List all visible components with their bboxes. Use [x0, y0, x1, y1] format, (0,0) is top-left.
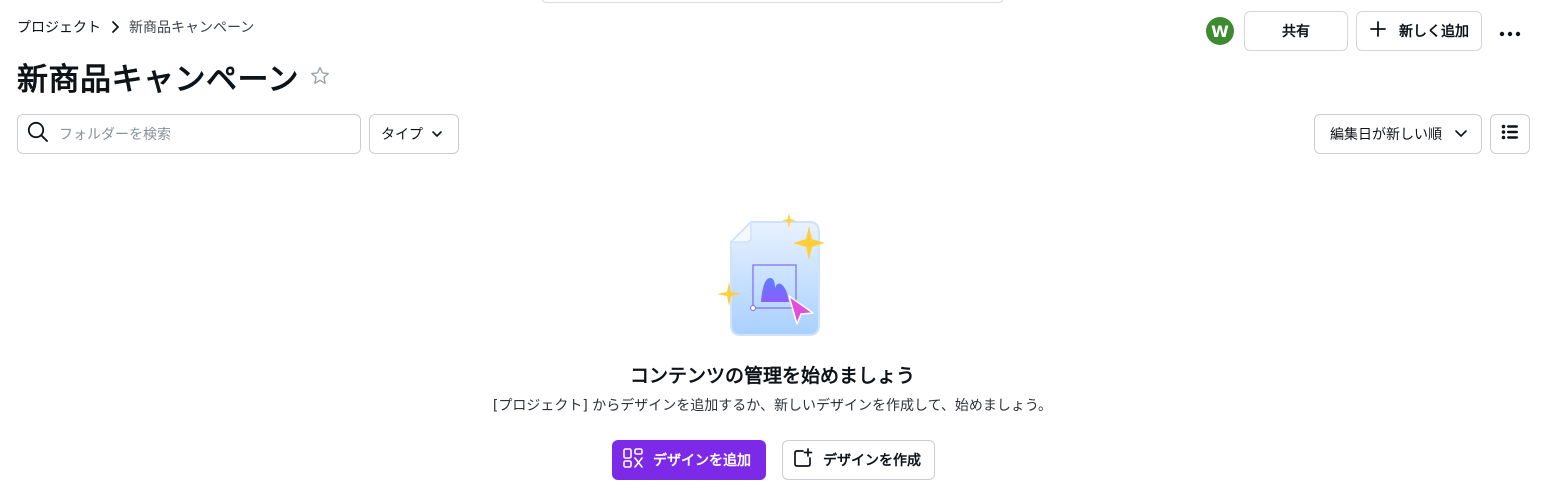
chevron-right-icon — [101, 17, 129, 37]
breadcrumb-current: 新商品キャンペーン — [129, 20, 255, 36]
empty-state-illustration — [713, 210, 831, 340]
type-filter-label: タイプ — [381, 127, 423, 143]
avatar[interactable]: W — [1206, 17, 1234, 45]
plus-icon — [1369, 20, 1387, 42]
breadcrumb-projects-link[interactable]: プロジェクト — [17, 17, 101, 37]
more-options-button[interactable] — [1494, 15, 1526, 47]
create-design-icon — [793, 448, 813, 472]
add-design-button[interactable]: デザインを追加 — [612, 440, 766, 480]
empty-state-description: [プロジェクト] からデザインを追加するか、新しいデザインを作成して、始めましょ… — [492, 398, 1053, 414]
add-new-button[interactable]: 新しく追加 — [1356, 11, 1482, 51]
create-design-button-label: デザインを作成 — [823, 453, 921, 469]
page-title: 新商品キャンペーン — [17, 61, 299, 98]
add-design-button-label: デザインを追加 — [653, 453, 751, 469]
share-button[interactable]: 共有 — [1244, 11, 1348, 51]
breadcrumb: プロジェクト 新商品キャンペーン — [17, 16, 254, 38]
type-filter-dropdown[interactable]: タイプ — [369, 114, 459, 154]
list-view-button[interactable] — [1490, 114, 1530, 154]
add-new-button-label: 新しく追加 — [1399, 24, 1469, 40]
star-outline-icon[interactable] — [308, 64, 332, 88]
sort-dropdown[interactable]: 編集日が新しい順 — [1314, 114, 1482, 154]
folder-search-input[interactable]: フォルダーを検索 — [17, 114, 361, 154]
search-icon — [27, 121, 49, 147]
chevron-down-icon — [431, 126, 443, 142]
create-design-button[interactable]: デザインを作成 — [782, 440, 935, 480]
page-title-row: 新商品キャンペーン — [17, 56, 332, 98]
chevron-down-icon — [1454, 126, 1468, 142]
sort-label: 編集日が新しい順 — [1330, 127, 1442, 143]
top-search-bar-edge — [541, 0, 1004, 3]
search-placeholder: フォルダーを検索 — [59, 127, 171, 143]
list-view-icon — [1501, 124, 1519, 144]
more-horizontal-icon — [1499, 22, 1521, 41]
design-grid-icon — [623, 448, 643, 472]
share-button-label: 共有 — [1282, 24, 1310, 40]
empty-state-title: コンテンツの管理を始めましょう — [629, 365, 915, 387]
